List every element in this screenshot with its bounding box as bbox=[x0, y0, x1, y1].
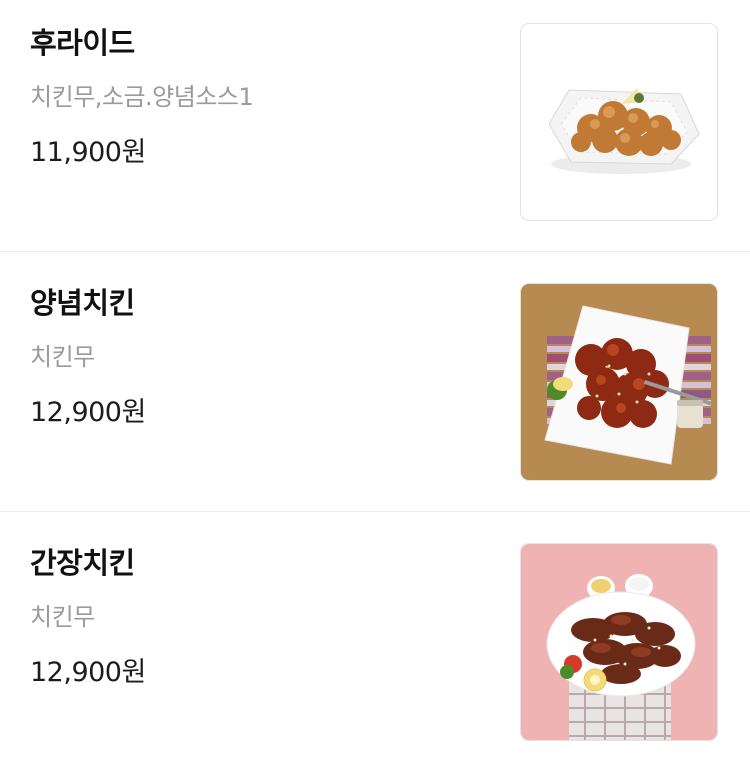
menu-item-price: 11,900원 bbox=[30, 137, 146, 168]
menu-item-price: 12,900원 bbox=[30, 397, 146, 428]
menu-item-info: 후라이드 치킨무,소금.양념소스1 11,900원 bbox=[30, 0, 490, 252]
menu-item-description: 치킨무 bbox=[30, 343, 95, 371]
menu-item-info: 간장치킨 치킨무 12,900원 bbox=[30, 512, 490, 772]
menu-item-soy[interactable]: 간장치킨 치킨무 12,900원 bbox=[0, 512, 750, 772]
menu-item-description: 치킨무,소금.양념소스1 bbox=[30, 83, 254, 111]
yangnyeom-chicken-photo[interactable] bbox=[520, 283, 718, 481]
menu-item-yangnyeom[interactable]: 양념치킨 치킨무 12,900원 bbox=[0, 252, 750, 512]
menu-item-fried[interactable]: 후라이드 치킨무,소금.양념소스1 11,900원 bbox=[0, 0, 750, 252]
menu-item-description: 치킨무 bbox=[30, 603, 95, 631]
fried-chicken-photo[interactable] bbox=[520, 23, 718, 221]
menu-item-name: 양념치킨 bbox=[30, 286, 135, 320]
soy-chicken-photo[interactable] bbox=[520, 543, 718, 741]
menu-item-price: 12,900원 bbox=[30, 657, 146, 688]
menu-item-name: 간장치킨 bbox=[30, 546, 135, 580]
menu-item-info: 양념치킨 치킨무 12,900원 bbox=[30, 252, 490, 512]
menu-item-name: 후라이드 bbox=[30, 26, 135, 60]
